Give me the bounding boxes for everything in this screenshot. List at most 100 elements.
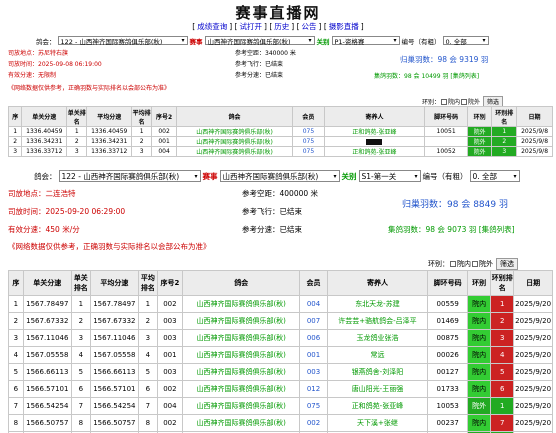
- time-label: 司放时间：: [8, 61, 39, 68]
- table-row[interactable]: 2 1336.34231 2 1336.34231 2 001 山西神齐国际赛鸽俱乐部(秋)…: [7, 136, 553, 147]
- cell-seq: 2: [7, 136, 23, 147]
- filter-button[interactable]: 筛选: [496, 258, 518, 270]
- nav-link-history[interactable]: 历史: [274, 22, 289, 31]
- cell-seq2: 003: [156, 312, 183, 330]
- cell-single-speed: 1566.54254: [22, 397, 72, 415]
- col-header-seq2: 序号2: [151, 106, 177, 127]
- cell-ring-type: 院外: [466, 126, 493, 137]
- nav-link-results[interactable]: 成绩查询: [197, 22, 227, 31]
- dist-label: 参考空距：: [235, 50, 266, 57]
- cell-ring-rank: 3: [490, 329, 515, 347]
- cell-avg-rank: 1: [131, 126, 153, 137]
- fly-label: 参考飞行：: [242, 207, 280, 216]
- ring-filter-label: 环别：: [428, 260, 449, 268]
- race-select[interactable]: 山西神齐国际赛鸽俱乐部(秋): [204, 36, 315, 46]
- cell-seq: 5: [8, 363, 24, 381]
- cell-single-speed: 1336.34231: [21, 136, 68, 147]
- cell-member: 075: [292, 136, 325, 147]
- cell-member: 075: [292, 146, 325, 157]
- pass-label: 关别: [341, 171, 357, 181]
- cell-seq2: 002: [156, 295, 183, 313]
- cell-ring-rank: 1: [490, 397, 515, 415]
- ring-inside-checkbox[interactable]: [441, 98, 448, 105]
- cell-ring-type: 院外: [466, 136, 493, 147]
- cell-seq2: 004: [156, 397, 183, 415]
- collect-label: 集鸽羽数：: [374, 73, 405, 80]
- cell-seq2: 002: [156, 414, 183, 432]
- table-row[interactable]: 6 1566.57101 6 1566.57101 6 002 山西神齐国际赛鸽俱乐部(秋)…: [8, 380, 553, 398]
- table-row[interactable]: 1 1567.78497 1 1567.78497 1 002 山西神齐国际赛鸽俱乐部(秋)…: [8, 295, 553, 313]
- ring-outside-checkbox[interactable]: [472, 261, 478, 267]
- cell-single-speed: 1566.50757: [22, 414, 72, 432]
- col-header-seq: 序: [8, 270, 24, 296]
- col-header-club: 鸽会: [181, 270, 301, 296]
- cell-ring-number: 01469: [427, 312, 469, 330]
- cell-avg-speed: 1336.40459: [86, 126, 133, 137]
- cell-single-rank: 3: [66, 146, 88, 157]
- place-value: 二连浩特: [45, 189, 76, 198]
- cell-date: 2025/9/20: [513, 312, 553, 330]
- cell-ring-rank: 2: [490, 312, 515, 330]
- cell-fosterer: 正和鸽苑-张亚峰: [326, 397, 429, 415]
- cell-single-rank: 1: [70, 295, 91, 313]
- cell-single-rank: 1: [66, 126, 88, 137]
- cell-member: 003: [299, 363, 328, 381]
- ring-outside-checkbox[interactable]: [461, 98, 468, 105]
- table-row[interactable]: 5 1566.66113 5 1566.66113 5 003 山西神齐国际赛鸽俱乐部(秋)…: [8, 363, 553, 381]
- cell-club: 山西神齐国际赛鸽俱乐部(秋): [181, 312, 301, 330]
- nav-link-trial[interactable]: 试打开: [239, 22, 262, 31]
- pass-select[interactable]: S1-第一关: [358, 170, 421, 182]
- col-header-fosterer: 寄养人: [326, 270, 429, 296]
- cell-member: 002: [299, 414, 328, 432]
- col-header-single-rank: 单关排名: [66, 106, 88, 127]
- nav-link-photo[interactable]: 摄影直播: [329, 22, 359, 31]
- club-select[interactable]: 122 - 山西神齐国际赛鸽俱乐部(秋): [58, 170, 201, 182]
- number-select[interactable]: 0. 全部: [442, 36, 489, 46]
- score-label: 有效分速：: [8, 72, 39, 79]
- cell-fosterer: 正和鸽苑-张亚峰: [323, 146, 426, 157]
- cell-ring-type: 院外: [467, 397, 492, 415]
- cell-seq: 2: [8, 312, 24, 330]
- number-select[interactable]: 0. 全部: [469, 170, 520, 182]
- collect-list-link[interactable]: [集鸽列表]: [479, 225, 515, 234]
- nav-link-notice[interactable]: 公告: [302, 22, 317, 31]
- cell-seq: 6: [8, 380, 24, 398]
- collect-value: 98 会 10499 羽: [404, 73, 449, 80]
- table-row[interactable]: 7 1566.54254 7 1566.54254 7 004 山西神齐国际赛鸽俱乐部(秋)…: [8, 397, 553, 415]
- fly-value: 已结束: [279, 207, 303, 216]
- ring-inside-checkbox[interactable]: [450, 261, 456, 267]
- speed-value: 已结束: [279, 225, 303, 234]
- table-row[interactable]: 1 1336.40459 1 1336.40459 1 002 山西神齐国际赛鸽俱乐部(秋)…: [7, 126, 553, 137]
- col-header-avg-speed: 平均分速: [86, 106, 133, 127]
- table-row[interactable]: 3 1567.11046 3 1567.11046 3 003 山西神齐国际赛鸽俱乐部(秋)…: [8, 329, 553, 347]
- race-select[interactable]: 山西神齐国际赛鸽俱乐部(秋): [219, 170, 340, 182]
- cell-ring-number: 00559: [427, 295, 469, 313]
- table-row[interactable]: 3 1336.33712 3 1336.33712 3 004 山西神齐国际赛鸽俱乐部(秋)…: [7, 146, 553, 157]
- collect-list-link[interactable]: [集鸽列表]: [450, 73, 479, 80]
- col-header-member: 会员: [292, 106, 325, 127]
- top-notice: 《网络数据仅供参考，正确羽数与实际排名以会部公布为准》: [8, 85, 171, 92]
- table-row[interactable]: 2 1567.67332 2 1567.67332 2 003 山西神齐国际赛鸽俱乐部(秋)…: [8, 312, 553, 330]
- cell-club: 山西神齐国际赛鸽俱乐部(秋): [181, 346, 301, 364]
- col-header-single-rank: 单关排名: [70, 270, 91, 296]
- cell-ring-number: 00237: [427, 414, 469, 432]
- pass-select[interactable]: P1-资格赛: [331, 36, 400, 46]
- cell-single-rank: 4: [70, 346, 91, 364]
- place-label: 司放地点：: [8, 50, 39, 57]
- return-value: 98 会 8849 羽: [447, 200, 508, 210]
- cell-club: 山西神齐国际赛鸽俱乐部(秋): [181, 397, 301, 415]
- col-header-member: 会员: [299, 270, 328, 296]
- cell-ring-number: 10052: [424, 146, 468, 157]
- cell-single-rank: 6: [70, 380, 91, 398]
- cell-fosterer: [323, 136, 426, 147]
- col-header-ring-rank: 环别排名: [491, 106, 518, 127]
- cell-fosterer: 东北天龙-苏建: [326, 295, 429, 313]
- cell-seq2: 001: [151, 136, 177, 147]
- bottom-filter-bar: 鸽会： 122 - 山西神齐国际赛鸽俱乐部(秋) 赛事 山西神齐国际赛鸽俱乐部(…: [34, 170, 522, 182]
- cell-ring-number: 00127: [427, 363, 469, 381]
- club-select[interactable]: 122 - 山西神齐国际赛鸽俱乐部(秋): [57, 36, 188, 46]
- cell-fosterer: 银燕鸽舍-刘泽阳: [326, 363, 429, 381]
- cell-fosterer: 正和鸽苑-张亚峰: [323, 126, 426, 137]
- table-row[interactable]: 4 1567.05558 4 1567.05558 4 001 山西神齐国际赛鸽俱乐部(秋)…: [8, 346, 553, 364]
- table-row[interactable]: 8 1566.50757 8 1566.50757 8 002 山西神齐国际赛鸽俱乐部(秋)…: [8, 414, 553, 432]
